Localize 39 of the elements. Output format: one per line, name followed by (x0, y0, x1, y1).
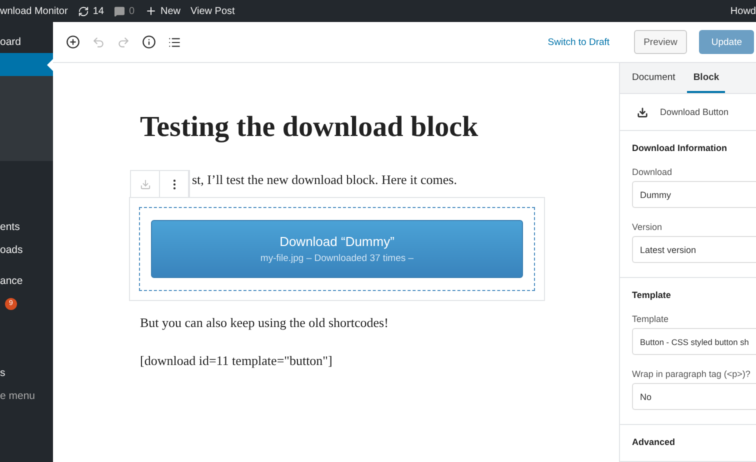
block-name: Download Button (660, 107, 729, 118)
comment-icon (114, 6, 125, 16)
site-name[interactable]: wnload Monitor (0, 6, 68, 16)
menu-item[interactable]: ance (0, 269, 53, 292)
paragraph[interactable]: st, I’ll test the new download block. Here it comes. (192, 172, 457, 188)
panel-tab[interactable]: Document (626, 63, 682, 94)
field-label: Version (632, 222, 664, 232)
menu-item[interactable]: oads (0, 238, 53, 261)
download-icon (637, 106, 648, 118)
field-label: Wrap in paragraph tag (<p>)? (632, 369, 752, 379)
preview-button[interactable]: Preview (634, 30, 688, 54)
menu-item[interactable]: ents (0, 215, 53, 238)
field-label: Download (632, 167, 674, 177)
view-post-link[interactable]: View Post (190, 6, 235, 16)
menu-item[interactable]: oard (0, 30, 53, 53)
select-field[interactable]: Dummy (632, 181, 756, 208)
greeting[interactable]: Howd (730, 6, 756, 16)
menu-item[interactable]: s (0, 361, 53, 384)
section-title[interactable]: Advanced (632, 437, 756, 447)
add-block-icon[interactable] (64, 33, 82, 51)
paragraph[interactable]: [download id=11 template="button"] (140, 353, 619, 369)
paragraph[interactable]: But you can also keep using the old shortcodes! (140, 315, 619, 331)
collapse-menu[interactable]: e menu (0, 384, 53, 408)
comments-link[interactable]: 0 (114, 6, 134, 16)
panel-tab[interactable]: Block (687, 63, 726, 94)
switch-to-draft-link[interactable]: Switch to Draft (542, 36, 616, 48)
select-field[interactable]: Latest version (632, 236, 756, 263)
info-icon[interactable] (140, 33, 158, 51)
new-link[interactable]: New (144, 5, 181, 17)
field-label: Template (632, 314, 670, 324)
section-title[interactable]: Template (632, 290, 756, 300)
post-title[interactable]: Testing the download block (140, 111, 619, 144)
active-menu-item[interactable] (0, 53, 53, 76)
select-field[interactable]: Button - CSS styled button sh (632, 328, 756, 355)
updates-link[interactable]: 14 (78, 6, 104, 16)
select-field[interactable]: No (632, 383, 756, 410)
section-title[interactable]: Download Information (632, 143, 756, 153)
plus-icon (144, 5, 156, 17)
refresh-icon (78, 6, 89, 16)
